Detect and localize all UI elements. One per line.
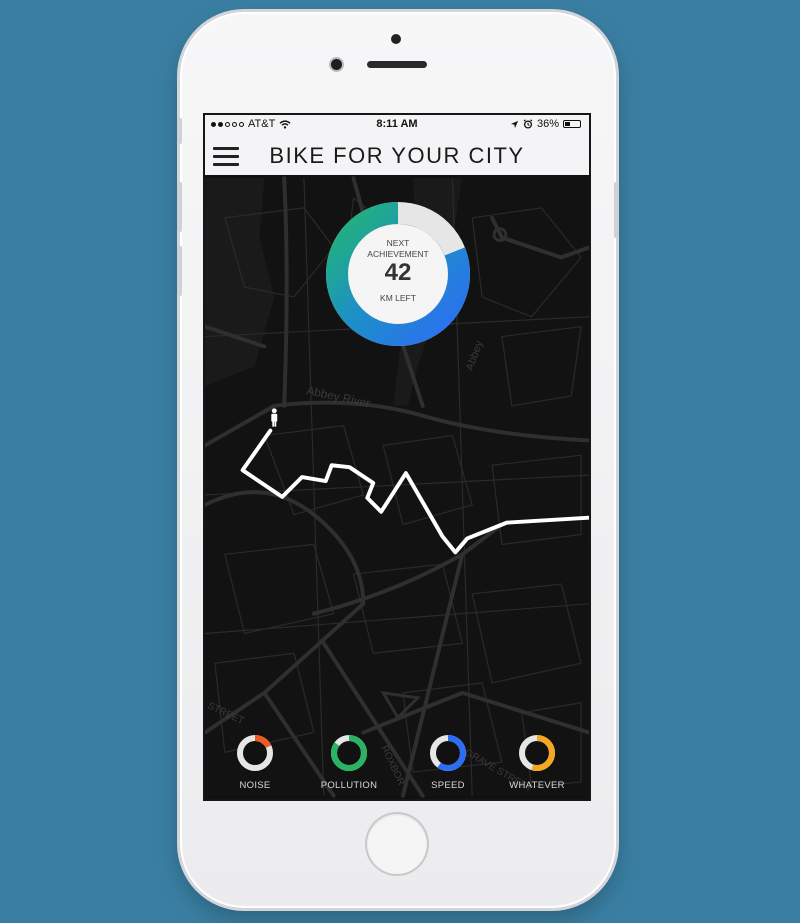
noise-ring-icon [237, 735, 273, 771]
front-camera [331, 59, 342, 70]
gauge-line-next: NEXT [386, 238, 410, 248]
home-button[interactable] [367, 814, 427, 874]
status-right: 36% [510, 118, 581, 130]
volume-up-button [177, 182, 182, 232]
pollution-ring-icon [331, 735, 367, 771]
app-title: BIKE FOR YOUR CITY [269, 143, 525, 168]
achievement-gauge[interactable]: NEXT ACHIEVEMENT 42 KM LEFT [325, 201, 471, 347]
metric-whatever-label: WHATEVER [509, 780, 565, 791]
whatever-ring-icon [519, 735, 555, 771]
battery-percent: 36% [536, 118, 559, 130]
km-left-label: KM LEFT [380, 293, 416, 303]
proximity-sensor [391, 34, 401, 44]
gauge-line-achievement: ACHIEVEMENT [367, 249, 429, 259]
nav-bar: BIKE FOR YOUR CITY [205, 135, 589, 175]
metric-whatever[interactable]: WHATEVER [497, 733, 577, 791]
power-button [614, 182, 619, 238]
km-left-value: 42 [384, 259, 412, 286]
app-screen: AT&T 8:11 AM 36% BIKE FOR YOUR CITY Abbe… [203, 113, 591, 801]
metric-pollution-label: POLLUTION [320, 780, 378, 791]
metric-noise-label: NOISE [239, 780, 271, 791]
metric-pollution[interactable]: POLLUTION [309, 733, 389, 791]
metric-noise[interactable]: NOISE [215, 733, 295, 791]
silent-switch [177, 118, 182, 144]
battery-icon [563, 120, 581, 128]
volume-down-button [177, 246, 182, 296]
speed-ring-icon [430, 735, 466, 771]
status-bar: AT&T 8:11 AM 36% [205, 115, 589, 135]
earpiece-speaker [367, 61, 427, 68]
metric-speed-label: SPEED [431, 780, 465, 791]
location-arrow-icon [510, 120, 519, 128]
alarm-clock-icon [523, 119, 533, 129]
metric-speed[interactable]: SPEED [408, 733, 488, 791]
